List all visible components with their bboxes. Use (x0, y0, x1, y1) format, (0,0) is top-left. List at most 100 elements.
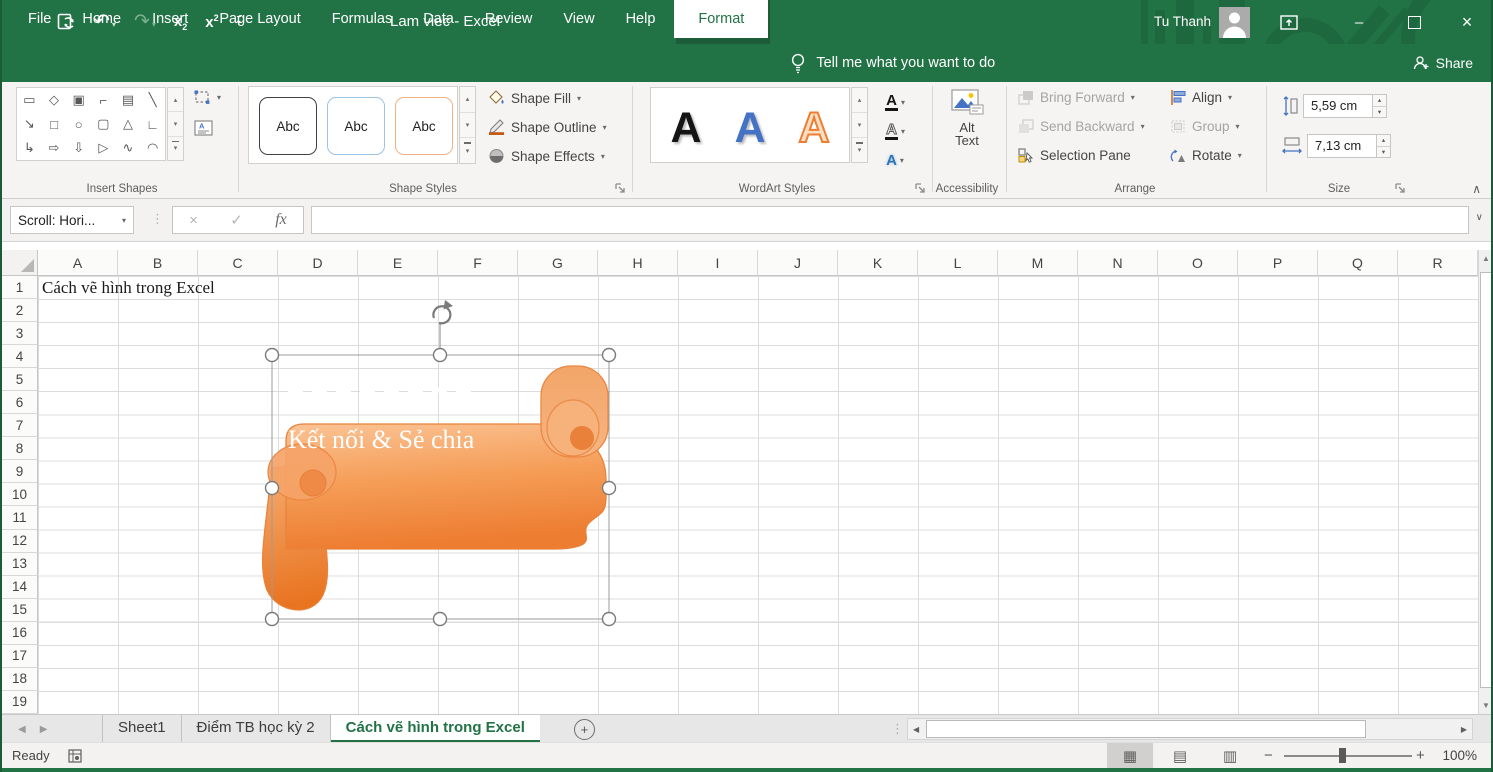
shape-style-preset-1[interactable]: Abc (259, 97, 317, 155)
shape-glyph[interactable]: ╲ (140, 88, 165, 112)
shape-glyph[interactable]: ⌐ (91, 88, 116, 112)
row-header-1[interactable]: 1 (2, 276, 38, 299)
zoom-in-button[interactable]: + (1416, 743, 1425, 769)
view-normal-button[interactable]: ▦ (1107, 743, 1153, 769)
zoom-level[interactable]: 100% (1442, 743, 1477, 769)
column-header-e[interactable]: E (358, 250, 438, 276)
row-header-3[interactable]: 3 (2, 322, 38, 345)
size-dialog-launcher[interactable] (1394, 182, 1406, 194)
row-header-4[interactable]: 4 (2, 345, 38, 368)
row-header-12[interactable]: 12 (2, 530, 38, 553)
column-header-o[interactable]: O (1158, 250, 1238, 276)
width-spinner[interactable]: ▴▾ (1377, 134, 1391, 158)
row-header-16[interactable]: 16 (2, 622, 38, 645)
row-header-7[interactable]: 7 (2, 414, 38, 437)
cell-grid[interactable] (38, 276, 1478, 714)
shape-effects-button[interactable]: Shape Effects▾ (488, 148, 605, 164)
row-header-13[interactable]: 13 (2, 553, 38, 576)
shape-styles-dialog-launcher[interactable] (614, 182, 626, 194)
bring-forward-button[interactable]: Bring Forward▾ (1018, 90, 1135, 105)
shape-styles-scrollbar[interactable]: ▴▾ ▾ (459, 86, 476, 164)
zoom-slider-thumb[interactable] (1339, 748, 1346, 763)
shape-glyph[interactable]: ⇨ (42, 136, 67, 160)
sheet-nav-left-icon[interactable]: ◀ (18, 724, 26, 735)
row-header-2[interactable]: 2 (2, 299, 38, 322)
shape-glyph[interactable]: ▤ (116, 88, 141, 112)
row-header-6[interactable]: 6 (2, 391, 38, 414)
avatar[interactable] (1219, 7, 1250, 38)
shape-glyph[interactable]: ⇩ (66, 136, 91, 160)
column-header-n[interactable]: N (1078, 250, 1158, 276)
shape-width-input[interactable]: 7,13 cm (1307, 134, 1377, 158)
tab-insert[interactable]: Insert (140, 0, 200, 38)
row-header-19[interactable]: 19 (2, 691, 38, 714)
column-header-i[interactable]: I (678, 250, 758, 276)
column-header-k[interactable]: K (838, 250, 918, 276)
minimize-button[interactable]: – (1337, 0, 1381, 44)
column-header-a[interactable]: A (38, 250, 118, 276)
sheet-nav-right-icon[interactable]: ▶ (40, 724, 48, 735)
column-header-p[interactable]: P (1238, 250, 1318, 276)
tell-me-box[interactable]: Tell me what you want to do (790, 44, 995, 82)
row-header-8[interactable]: 8 (2, 437, 38, 460)
vertical-scrollbar-thumb[interactable] (1480, 272, 1492, 688)
tab-page-layout[interactable]: Page Layout (207, 0, 312, 38)
row-header-15[interactable]: 15 (2, 599, 38, 622)
vertical-scrollbar[interactable]: ▲ ▼ (1478, 250, 1493, 714)
shape-glyph[interactable]: ∿ (116, 136, 141, 160)
tab-format[interactable]: Format (674, 0, 768, 38)
scroll-left-icon[interactable]: ◀ (913, 719, 919, 739)
new-sheet-button[interactable]: + (574, 719, 595, 740)
expand-formula-bar-icon[interactable]: ∨ (1476, 212, 1483, 223)
close-button[interactable]: × (1445, 0, 1489, 44)
shape-glyph[interactable]: ↳ (17, 136, 42, 160)
shape-gallery-scrollbar[interactable]: ▴▾ ▾ (167, 87, 184, 161)
column-header-f[interactable]: F (438, 250, 518, 276)
row-header-14[interactable]: 14 (2, 576, 38, 599)
column-header-q[interactable]: Q (1318, 250, 1398, 276)
scroll-up-icon[interactable]: ▲ (1479, 254, 1493, 263)
view-page-break-button[interactable]: ▥ (1207, 743, 1253, 769)
shape-glyph[interactable]: □ (42, 112, 67, 136)
alt-text-button[interactable]: Alt Text (940, 88, 994, 176)
name-box-dropdown-icon[interactable]: ▾ (115, 216, 133, 225)
shape-outline-button[interactable]: Shape Outline▾ (488, 119, 607, 135)
edit-shape-button[interactable]: ▾ (194, 90, 221, 105)
scroll-right-icon[interactable]: ▶ (1461, 719, 1467, 739)
shape-height-input[interactable]: 5,59 cm (1303, 94, 1373, 118)
shape-glyph[interactable]: ◇ (42, 88, 67, 112)
row-header-9[interactable]: 9 (2, 460, 38, 483)
sheet-tab-3[interactable]: Cách vẽ hình trong Excel (330, 715, 540, 743)
maximize-button[interactable] (1392, 0, 1436, 44)
shape-glyph[interactable]: ◠ (140, 136, 165, 160)
selection-pane-button[interactable]: Selection Pane (1018, 148, 1131, 163)
cancel-button[interactable]: × (189, 212, 198, 229)
sheet-tab-2[interactable]: Điểm TB học kỳ 2 (181, 715, 330, 743)
tab-formulas[interactable]: Formulas (320, 0, 404, 38)
tab-file[interactable]: File (16, 0, 63, 38)
height-spinner[interactable]: ▴▾ (1373, 94, 1387, 118)
wordart-scrollbar[interactable]: ▴▾ ▾ (851, 87, 868, 163)
column-header-j[interactable]: J (758, 250, 838, 276)
row-header-17[interactable]: 17 (2, 645, 38, 668)
shape-glyph[interactable]: ▭ (17, 88, 42, 112)
row-header-5[interactable]: 5 (2, 368, 38, 391)
shape-glyph[interactable]: ↘ (17, 112, 42, 136)
formula-bar-grip[interactable]: ⋮ (151, 211, 164, 227)
shape-glyph[interactable]: ∟ (140, 112, 165, 136)
column-header-r[interactable]: R (1398, 250, 1478, 276)
row-header-18[interactable]: 18 (2, 668, 38, 691)
wordart-preset-black[interactable]: A (655, 102, 717, 154)
wordart-preset-orange[interactable]: A (783, 102, 845, 154)
account-name[interactable]: Tu Thanh (1154, 0, 1211, 44)
formula-input[interactable] (311, 206, 1469, 234)
insert-function-button[interactable]: fx (275, 211, 287, 229)
horizontal-scrollbar-thumb[interactable] (926, 720, 1366, 738)
scroll-down-icon[interactable]: ▼ (1479, 701, 1493, 710)
tab-view[interactable]: View (551, 0, 606, 38)
shape-glyph[interactable]: ▢ (91, 112, 116, 136)
tab-review[interactable]: Review (473, 0, 545, 38)
text-box-button[interactable]: A (194, 120, 213, 136)
wordart-dialog-launcher[interactable] (914, 182, 926, 194)
view-page-layout-button[interactable]: ▤ (1157, 743, 1203, 769)
